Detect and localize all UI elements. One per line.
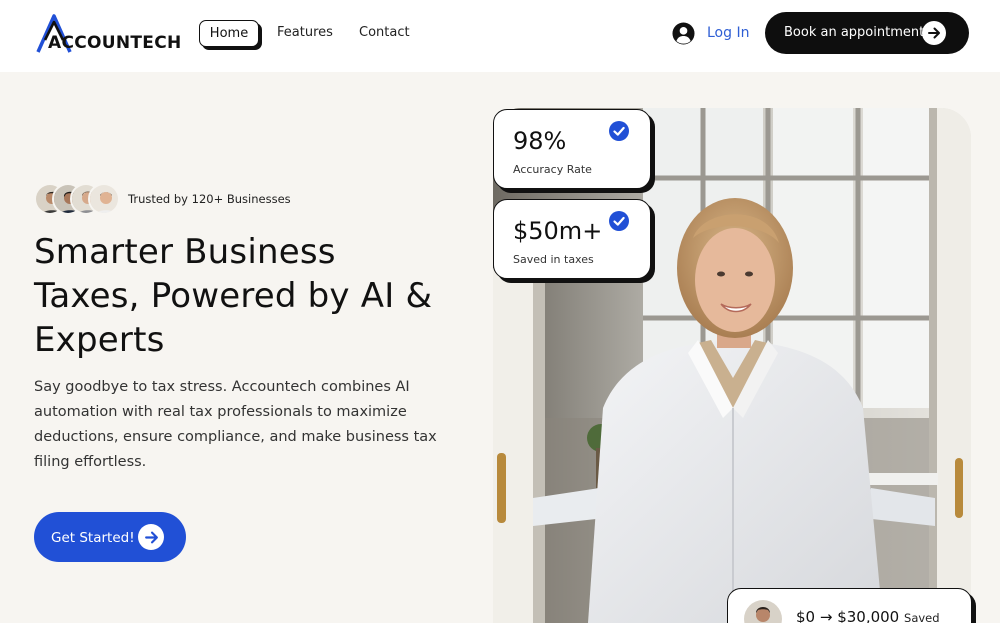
headline-line: Smarter Business bbox=[34, 232, 336, 272]
brand-logo[interactable]: ACCOUNTECH bbox=[36, 12, 181, 56]
nav-features-link[interactable]: Features bbox=[277, 25, 333, 40]
hero-headline: Smarter Business Taxes, Powered by AI & … bbox=[34, 230, 474, 362]
savings-suffix: Saved bbox=[904, 611, 940, 623]
stat-value: 98% bbox=[513, 127, 567, 155]
check-badge-icon bbox=[609, 121, 629, 141]
get-started-button[interactable]: Get Started! bbox=[34, 512, 186, 562]
description-line: automation with real tax professionals t… bbox=[34, 404, 407, 420]
description-line: Say goodbye to tax stress. Accountech co… bbox=[34, 379, 410, 395]
headline-line: Experts bbox=[34, 320, 165, 360]
brand-name: ACCOUNTECH bbox=[48, 33, 182, 53]
stat-label: Saved in taxes bbox=[513, 253, 594, 266]
hero-description: Say goodbye to tax stress. Accountech co… bbox=[34, 375, 444, 475]
login-link[interactable]: Log In bbox=[672, 21, 749, 45]
stat-card: $50m+ Saved in taxes bbox=[493, 199, 651, 279]
description-line: filing effortless. bbox=[34, 454, 147, 470]
get-started-label: Get Started! bbox=[51, 530, 135, 546]
stat-value: $50m+ bbox=[513, 217, 603, 245]
description-line: deductions, ensure compliance, and make … bbox=[34, 429, 437, 445]
stat-card: 98% Accuracy Rate bbox=[493, 109, 651, 189]
book-appointment-label: Book an appointment bbox=[784, 25, 925, 40]
savings-card: $0 → $30,000 Saved bbox=[727, 588, 972, 623]
arrow-right-icon bbox=[922, 21, 946, 45]
savings-text: $0 → $30,000 Saved bbox=[796, 608, 940, 623]
site-header: ACCOUNTECH Home Features Contact Log In … bbox=[0, 0, 1000, 72]
login-label: Log In bbox=[707, 25, 750, 41]
arrow-right-icon bbox=[138, 524, 164, 550]
avatar bbox=[88, 183, 120, 215]
avatar-group bbox=[34, 181, 120, 217]
avatar bbox=[744, 600, 782, 623]
book-appointment-button[interactable]: Book an appointment bbox=[765, 12, 969, 54]
user-circle-icon bbox=[672, 21, 695, 45]
nav-home-button[interactable]: Home bbox=[199, 20, 259, 47]
stat-label: Accuracy Rate bbox=[513, 163, 592, 176]
headline-line: Taxes, Powered by AI & bbox=[34, 276, 433, 316]
trust-text: Trusted by 120+ Businesses bbox=[128, 192, 291, 206]
check-badge-icon bbox=[609, 211, 629, 231]
trust-badge: Trusted by 120+ Businesses bbox=[34, 181, 291, 217]
nav-contact-link[interactable]: Contact bbox=[359, 25, 410, 40]
savings-amount: $0 → $30,000 bbox=[796, 608, 900, 623]
